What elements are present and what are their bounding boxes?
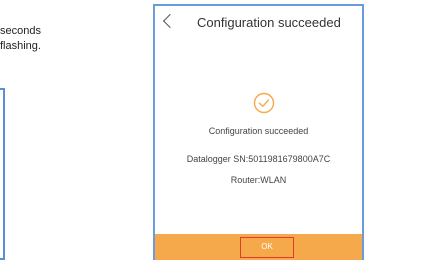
page-title: Configuration succeeded	[197, 15, 341, 30]
app-header: Configuration succeeded	[155, 6, 362, 40]
ok-bar[interactable]: OK	[155, 234, 362, 260]
document-frame	[0, 88, 5, 260]
instruction-line-2: flashing.	[0, 40, 41, 52]
datalogger-serial: Datalogger SN:5011981679800A7C	[186, 154, 331, 164]
phone-screen: Configuration succeeded Configuration su…	[153, 4, 364, 260]
status-message: Configuration succeeded	[208, 126, 309, 136]
ok-button[interactable]: OK	[240, 237, 294, 258]
router-type: Router:WLAN	[230, 175, 287, 185]
check-circle-icon	[253, 92, 275, 114]
instruction-text: seconds flashing.	[0, 24, 41, 54]
back-icon[interactable]	[162, 13, 178, 29]
instruction-line-1: seconds	[0, 25, 41, 37]
